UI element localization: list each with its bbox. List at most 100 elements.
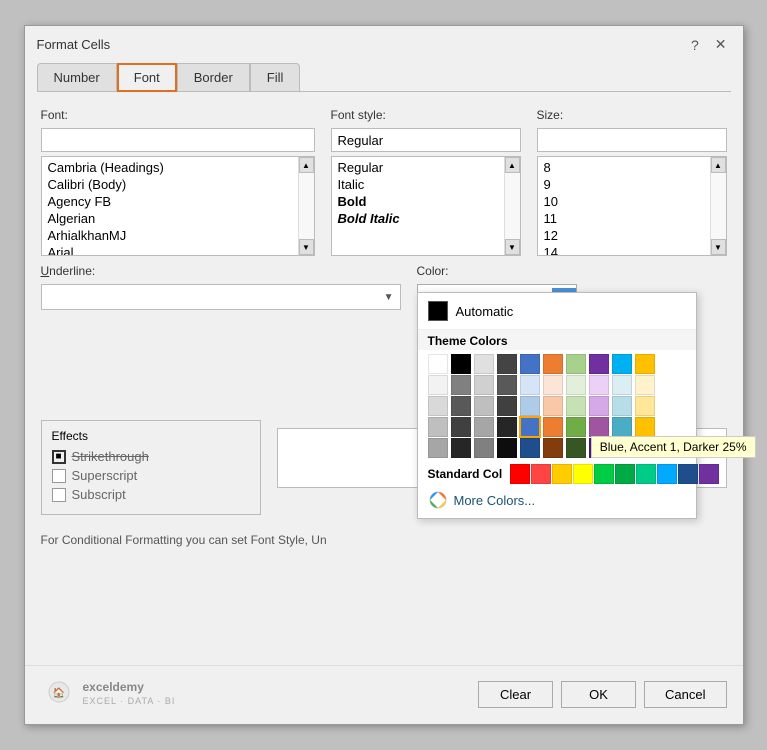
theme-color-swatch[interactable] (520, 396, 540, 416)
theme-color-swatch[interactable] (612, 396, 632, 416)
theme-color-swatch[interactable] (612, 354, 632, 374)
theme-color-swatch[interactable] (635, 417, 655, 437)
standard-color-swatch[interactable] (657, 464, 677, 484)
font-style-input[interactable] (331, 128, 521, 152)
standard-color-swatch[interactable] (699, 464, 719, 484)
list-item[interactable]: 8 (538, 159, 710, 176)
theme-color-swatch[interactable] (428, 375, 448, 395)
theme-color-swatch[interactable] (566, 417, 586, 437)
scroll-down-btn[interactable]: ▼ (505, 239, 520, 255)
list-item[interactable]: Italic (332, 176, 504, 193)
theme-color-swatch[interactable] (520, 438, 540, 458)
theme-color-swatch[interactable] (566, 438, 586, 458)
close-button[interactable]: ✕ (711, 34, 731, 55)
theme-color-swatch[interactable] (497, 396, 517, 416)
list-item[interactable]: Bold Italic (332, 210, 504, 227)
standard-color-swatch[interactable] (594, 464, 614, 484)
theme-color-swatch[interactable] (612, 417, 632, 437)
theme-color-swatch[interactable] (428, 438, 448, 458)
font-name-input[interactable] (41, 128, 315, 152)
theme-color-swatch[interactable] (520, 354, 540, 374)
standard-color-swatch[interactable] (531, 464, 551, 484)
list-item[interactable]: Calibri (Body) (42, 176, 298, 193)
font-size-list[interactable]: 8 9 10 11 12 14 ▲ ▼ (537, 156, 727, 256)
tab-number[interactable]: Number (37, 63, 117, 92)
theme-color-swatch[interactable] (474, 417, 494, 437)
theme-color-swatch[interactable] (497, 375, 517, 395)
color-auto-row[interactable]: Automatic (418, 293, 696, 330)
theme-color-swatch[interactable] (635, 396, 655, 416)
superscript-checkbox[interactable] (52, 469, 66, 483)
tab-fill[interactable]: Fill (250, 63, 301, 92)
font-style-list[interactable]: Regular Italic Bold Bold Italic ▲ ▼ (331, 156, 521, 256)
theme-color-swatch[interactable] (566, 396, 586, 416)
help-button[interactable]: ? (687, 35, 703, 55)
scroll-up-btn[interactable]: ▲ (299, 157, 314, 173)
theme-color-swatch[interactable] (451, 354, 471, 374)
theme-color-swatch[interactable] (520, 375, 540, 395)
list-item[interactable]: 12 (538, 227, 710, 244)
style-list-scrollbar[interactable]: ▲ ▼ (504, 157, 520, 255)
standard-color-swatch[interactable] (510, 464, 530, 484)
subscript-checkbox[interactable] (52, 488, 66, 502)
ok-button[interactable]: OK (561, 681, 636, 708)
theme-color-swatch[interactable] (451, 375, 471, 395)
theme-color-swatch[interactable] (497, 438, 517, 458)
standard-color-swatch[interactable] (615, 464, 635, 484)
theme-color-swatch[interactable] (589, 396, 609, 416)
theme-color-swatch[interactable] (635, 354, 655, 374)
scroll-down-btn[interactable]: ▼ (299, 239, 314, 255)
theme-color-swatch[interactable] (428, 396, 448, 416)
font-list-scrollbar[interactable]: ▲ ▼ (298, 157, 314, 255)
list-item[interactable]: 11 (538, 210, 710, 227)
theme-color-swatch[interactable] (428, 417, 448, 437)
theme-color-swatch[interactable] (474, 354, 494, 374)
theme-color-swatch[interactable] (543, 375, 563, 395)
list-item[interactable]: ArhialkhanMJ (42, 227, 298, 244)
scroll-up-btn[interactable]: ▲ (505, 157, 520, 173)
theme-color-swatch[interactable] (612, 375, 632, 395)
list-item[interactable]: 14 (538, 244, 710, 255)
theme-color-swatch[interactable] (451, 417, 471, 437)
list-item[interactable]: Algerian (42, 210, 298, 227)
list-item[interactable]: Cambria (Headings) (42, 159, 298, 176)
theme-color-swatch[interactable] (451, 438, 471, 458)
list-item[interactable]: Regular (332, 159, 504, 176)
list-item[interactable]: 9 (538, 176, 710, 193)
tab-font[interactable]: Font (117, 63, 177, 92)
theme-color-swatch[interactable] (543, 417, 563, 437)
list-item[interactable]: 10 (538, 193, 710, 210)
theme-color-swatch[interactable] (589, 417, 609, 437)
tab-border[interactable]: Border (177, 63, 250, 92)
theme-color-swatch[interactable] (428, 354, 448, 374)
more-colors-row[interactable]: More Colors... (418, 484, 696, 518)
cancel-button[interactable]: Cancel (644, 681, 726, 708)
theme-color-swatch[interactable] (451, 396, 471, 416)
standard-color-swatch[interactable] (636, 464, 656, 484)
theme-color-swatch[interactable] (474, 375, 494, 395)
font-name-list[interactable]: Cambria (Headings) Calibri (Body) Agency… (41, 156, 315, 256)
theme-color-swatch[interactable] (520, 417, 540, 437)
theme-color-swatch[interactable] (635, 375, 655, 395)
theme-color-swatch[interactable] (497, 417, 517, 437)
clear-button[interactable]: Clear (478, 681, 553, 708)
list-item[interactable]: Agency FB (42, 193, 298, 210)
size-list-scrollbar[interactable]: ▲ ▼ (710, 157, 726, 255)
theme-color-swatch[interactable] (543, 354, 563, 374)
theme-color-swatch[interactable] (474, 438, 494, 458)
list-item[interactable]: Arial (42, 244, 298, 255)
theme-color-swatch[interactable] (543, 438, 563, 458)
strikethrough-checkbox[interactable]: ■ (52, 450, 66, 464)
theme-color-swatch[interactable] (497, 354, 517, 374)
theme-color-swatch[interactable] (543, 396, 563, 416)
font-size-input[interactable] (537, 128, 727, 152)
standard-color-swatch[interactable] (573, 464, 593, 484)
theme-color-swatch[interactable] (566, 375, 586, 395)
theme-color-swatch[interactable] (474, 396, 494, 416)
underline-select[interactable]: ▼ (41, 284, 401, 310)
standard-color-swatch[interactable] (678, 464, 698, 484)
standard-color-swatch[interactable] (552, 464, 572, 484)
scroll-down-btn[interactable]: ▼ (711, 239, 726, 255)
theme-color-swatch[interactable] (589, 354, 609, 374)
scroll-up-btn[interactable]: ▲ (711, 157, 726, 173)
